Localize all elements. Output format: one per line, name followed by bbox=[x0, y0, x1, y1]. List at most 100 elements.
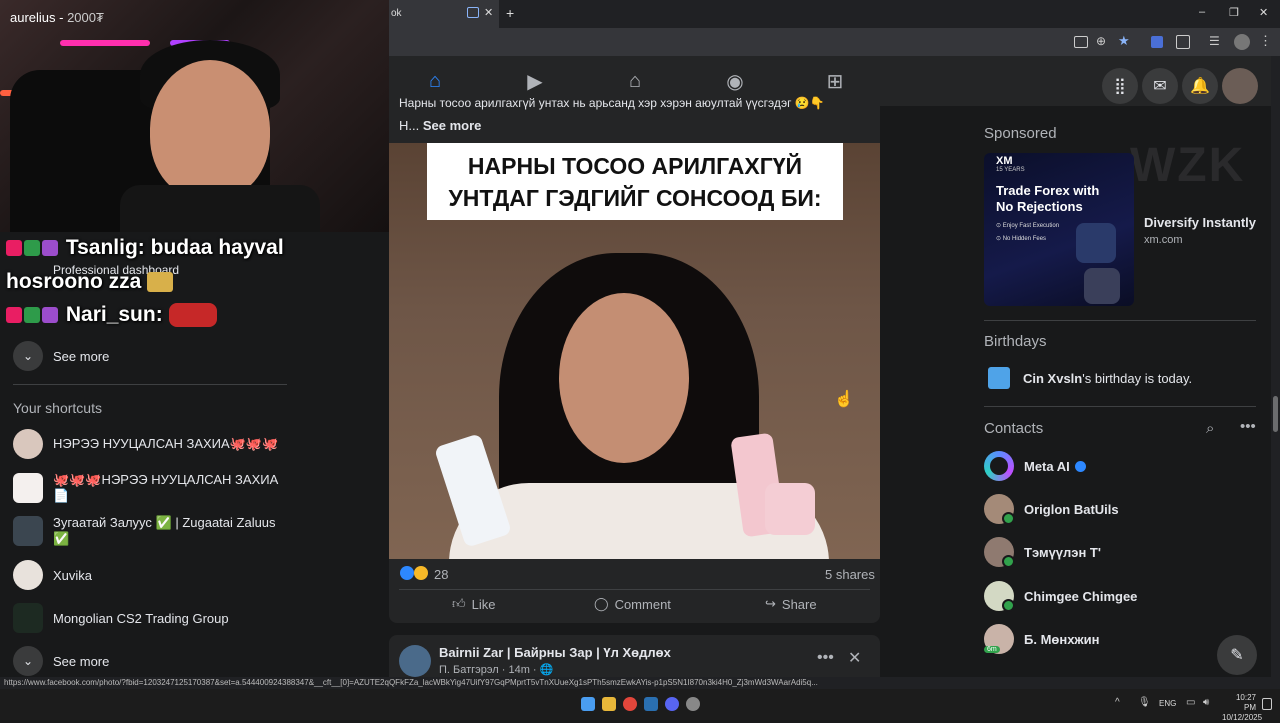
see-more-top-button[interactable]: ⌄ See more bbox=[13, 341, 109, 371]
hand-cursor-icon: ☝ bbox=[834, 391, 854, 408]
microphone-icon[interactable]: 🎙︎ bbox=[1138, 697, 1151, 708]
settings-gear-icon[interactable] bbox=[686, 697, 700, 711]
page-scrollbar[interactable] bbox=[1271, 56, 1280, 677]
profile-avatar[interactable] bbox=[1234, 34, 1250, 50]
reaction-count[interactable]: 28 bbox=[434, 567, 448, 582]
share-count[interactable]: 5 shares bbox=[825, 567, 875, 582]
contact-item[interactable]: Тэмүүлэн Т' bbox=[984, 537, 1101, 568]
more-menu-icon[interactable]: ⋮ bbox=[1259, 33, 1272, 49]
chat-message: Tsanlig: budaa hayval bbox=[6, 236, 284, 260]
chrome-icon[interactable] bbox=[623, 697, 637, 711]
shortcut-label: Зугаатай Залуус ✅ | Zugaatai Zaluus ✅ bbox=[53, 515, 276, 546]
share-button[interactable]: ↪ Share bbox=[765, 596, 817, 612]
start-windows-icon[interactable] bbox=[581, 697, 595, 711]
clock-time: 10:27 PM bbox=[1235, 693, 1256, 712]
chevron-down-icon: ⌄ bbox=[13, 341, 43, 371]
shortcut-item[interactable]: Зугаатай Залуус ✅ | Zugaatai Zaluus ✅ bbox=[13, 515, 293, 547]
marketplace-icon[interactable]: ⌂ bbox=[615, 64, 655, 98]
page-avatar[interactable] bbox=[399, 645, 431, 677]
stream-title: aurelius - 2000₮ bbox=[10, 10, 104, 25]
discord-icon[interactable] bbox=[665, 697, 679, 711]
tray-chevron-icon[interactable]: ^ bbox=[1115, 697, 1120, 708]
scrollbar-thumb[interactable] bbox=[1273, 396, 1278, 432]
shortcut-item[interactable]: Mongolian CS2 Trading Group bbox=[13, 603, 229, 633]
video-icon[interactable]: ▶ bbox=[515, 64, 555, 98]
tab-close-icon[interactable]: ✕ bbox=[484, 6, 493, 19]
compose-icon: ✎ bbox=[1230, 647, 1244, 664]
heart-badge-icon bbox=[6, 240, 22, 257]
contact-avatar bbox=[984, 494, 1015, 525]
search-contacts-icon[interactable]: ⌕ bbox=[1206, 420, 1214, 437]
contact-item[interactable]: Origlon BatUils bbox=[984, 494, 1119, 525]
birthdays-heading: Birthdays bbox=[984, 333, 1047, 350]
gaming-icon[interactable]: ⊞ bbox=[815, 64, 855, 98]
minimize-button[interactable]: – bbox=[1199, 6, 1205, 18]
like-button[interactable]: 👍︎ Like bbox=[452, 596, 495, 612]
shortcut-avatar bbox=[13, 560, 43, 590]
puzzle-extensions-icon[interactable] bbox=[1176, 35, 1190, 49]
maximize-button[interactable]: ❐ bbox=[1229, 6, 1239, 19]
steam-icon[interactable] bbox=[644, 697, 658, 711]
mod-badge-icon bbox=[42, 240, 58, 257]
extension-icon[interactable] bbox=[1151, 36, 1163, 48]
new-message-button[interactable]: ✎ bbox=[1217, 635, 1257, 675]
close-window-button[interactable]: ✕ bbox=[1259, 6, 1268, 19]
notifications-bell-icon[interactable]: 🔔 bbox=[1182, 68, 1218, 104]
contact-avatar: 6m bbox=[984, 624, 1014, 654]
windows-taskbar: ^ 🎙︎ ENG ▭ 🔊︎ 10:27 PM 10/12/2025 bbox=[0, 689, 1280, 723]
more-options-icon[interactable]: ••• bbox=[817, 649, 834, 667]
contact-item[interactable]: Meta AI bbox=[984, 451, 1086, 481]
chevron-down-icon: ⌄ bbox=[13, 646, 43, 676]
page-name-link[interactable]: Bairnii Zar | Байрны Зар | Үл Хөдлөх bbox=[439, 645, 671, 660]
see-more-link[interactable]: See more bbox=[423, 118, 482, 133]
browser-tab[interactable]: ok ✕ bbox=[389, 0, 499, 28]
shortcut-item[interactable]: Xuvika bbox=[13, 560, 92, 590]
bookmark-star-icon[interactable]: ★ bbox=[1118, 33, 1130, 49]
cast-icon[interactable] bbox=[1074, 36, 1088, 48]
birthday-notice[interactable]: Cin Xvsln's birthday is today. bbox=[1023, 371, 1192, 386]
divider bbox=[13, 384, 287, 385]
shortcut-item[interactable]: 🐙🐙🐙НЭРЭЭ НУУЦАЛСАН ЗАХИА📄 bbox=[13, 472, 293, 504]
notification-center-icon[interactable] bbox=[1262, 698, 1272, 710]
home-icon[interactable]: ⌂ bbox=[415, 64, 455, 98]
stream-webcam: aurelius - 2000₮ bbox=[0, 0, 389, 232]
messenger-icon[interactable]: ✉ bbox=[1142, 68, 1178, 104]
reading-list-icon[interactable]: ☰ bbox=[1209, 34, 1220, 48]
ad-domain[interactable]: xm.com bbox=[1144, 234, 1183, 246]
comment-button[interactable]: ◯ Comment bbox=[594, 596, 671, 612]
clock-date: 10/12/2025 bbox=[1222, 713, 1263, 722]
ad-bullet: ⊙ No Hidden Fees bbox=[996, 236, 1047, 242]
groups-icon[interactable]: ◉ bbox=[715, 64, 755, 98]
contact-item[interactable]: Chimgee Chimgee bbox=[984, 581, 1137, 612]
shortcut-label: Mongolian CS2 Trading Group bbox=[53, 610, 229, 626]
close-icon[interactable]: ✕ bbox=[848, 648, 861, 668]
online-dot bbox=[1002, 512, 1015, 525]
post-time[interactable]: · 14m · 🌐 bbox=[502, 664, 554, 676]
contacts-options-icon[interactable]: ••• bbox=[1240, 418, 1256, 435]
new-tab-button[interactable]: + bbox=[506, 5, 514, 21]
ad-title[interactable]: Diversify Instantly bbox=[1144, 215, 1256, 230]
file-explorer-icon[interactable] bbox=[602, 697, 616, 711]
like-label: Like bbox=[471, 596, 496, 612]
ad-image[interactable]: XM 15 YEARS Trade Forex with No Rejectio… bbox=[984, 153, 1134, 306]
shortcut-item[interactable]: НЭРЭЭ НУУЦАЛСАН ЗАХИА🐙🐙🐙 bbox=[13, 429, 278, 459]
streamer-name: aurelius - bbox=[10, 10, 68, 25]
last-active-badge: 6m bbox=[984, 646, 1000, 653]
account-avatar[interactable] bbox=[1222, 68, 1258, 104]
contact-name: Origlon BatUils bbox=[1024, 501, 1119, 517]
contact-item[interactable]: 6m Б. Мөнхжин bbox=[984, 624, 1099, 654]
clock[interactable]: 10:27 PM 10/12/2025 bbox=[1222, 693, 1263, 723]
feed-post: Bairnii Zar | Байрны Зар | Үл Хөдлөх П. … bbox=[389, 635, 880, 677]
language-indicator[interactable]: ENG bbox=[1159, 699, 1176, 708]
network-icon[interactable]: ▭ bbox=[1186, 697, 1195, 708]
post-author[interactable]: П. Батгэрэл bbox=[439, 664, 499, 676]
post-image[interactable]: НАРНЫ ТОСОО АРИЛГАХГҮЙ УНТДАГ ГЭДГИЙГ СО… bbox=[389, 143, 880, 559]
menu-grid-icon[interactable]: ⣿ bbox=[1102, 68, 1138, 104]
volume-icon[interactable]: 🔊︎ bbox=[1203, 697, 1209, 708]
see-more-bottom-button[interactable]: ⌄ See more bbox=[13, 646, 109, 676]
comment-bubble-icon: ◯ bbox=[594, 596, 609, 611]
shortcut-avatar bbox=[13, 429, 43, 459]
link-status-bar: https://www.facebook.com/photo/?fbid=120… bbox=[0, 677, 1280, 689]
zoom-icon[interactable]: ⊕ bbox=[1096, 34, 1106, 48]
contacts-heading: Contacts bbox=[984, 420, 1044, 437]
